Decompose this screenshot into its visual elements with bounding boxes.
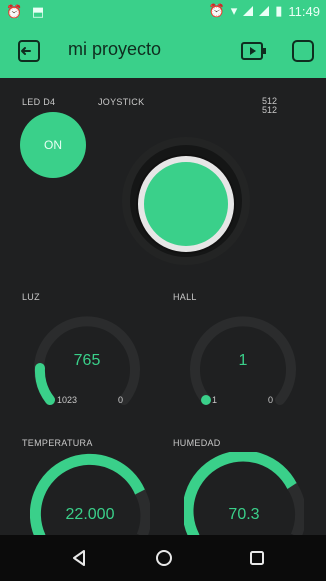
temperatura-value: 22.000 [65, 506, 115, 523]
hall-min: 1 [212, 395, 218, 405]
square-icon[interactable] [292, 40, 314, 62]
luz-gauge: 765 [32, 308, 142, 418]
back-triangle-icon[interactable] [69, 548, 89, 568]
status-left-icons: ⏰ ⬒ [6, 4, 44, 20]
led-state: ON [44, 138, 62, 152]
led-label: LED D4 [22, 97, 56, 107]
luz-value: 765 [73, 352, 101, 369]
hall-max: 0 [268, 395, 274, 405]
luz-max: 0 [118, 395, 124, 405]
alarm-icon: ⏰ [6, 4, 23, 19]
joystick-knob[interactable] [138, 156, 234, 252]
luz-label: LUZ [22, 292, 40, 302]
temperatura-gauge: 22.000 [29, 452, 152, 542]
humedad-label: HUMEDAD [173, 438, 221, 448]
app-bar: mi proyecto [0, 24, 326, 78]
joystick-y: 512 [262, 105, 278, 115]
hall-label: HALL [173, 292, 197, 302]
signal-icon [243, 6, 254, 16]
hall-gauge: 1 [188, 308, 298, 418]
device-play-icon[interactable] [240, 40, 268, 62]
led-toggle-button[interactable]: ON [20, 112, 86, 178]
alarm-icon: ⏰ [208, 3, 225, 18]
temperatura-label: TEMPERATURA [22, 438, 93, 448]
status-right: ⏰ ▾ ▮ 11:49 [209, 3, 320, 19]
hall-value: 1 [238, 352, 248, 369]
humedad-gauge: 70.3 [182, 450, 307, 542]
signal-icon [259, 6, 270, 16]
home-circle-icon[interactable] [154, 548, 174, 568]
android-nav-bar [0, 535, 326, 581]
recents-square-icon[interactable] [247, 548, 267, 568]
back-exit-icon[interactable] [16, 38, 42, 64]
dropbox-icon: ⬒ [31, 4, 45, 19]
status-bar: ⏰ ⬒ ⏰ ▾ ▮ 11:49 [0, 0, 326, 24]
joystick-label: JOYSTICK [98, 97, 145, 107]
page-title: mi proyecto [68, 39, 162, 59]
luz-min: 1023 [57, 395, 78, 405]
wifi-icon: ▾ [230, 3, 238, 18]
battery-icon: ▮ [275, 3, 283, 18]
status-time: 11:49 [288, 3, 320, 19]
humedad-value: 70.3 [228, 506, 260, 523]
